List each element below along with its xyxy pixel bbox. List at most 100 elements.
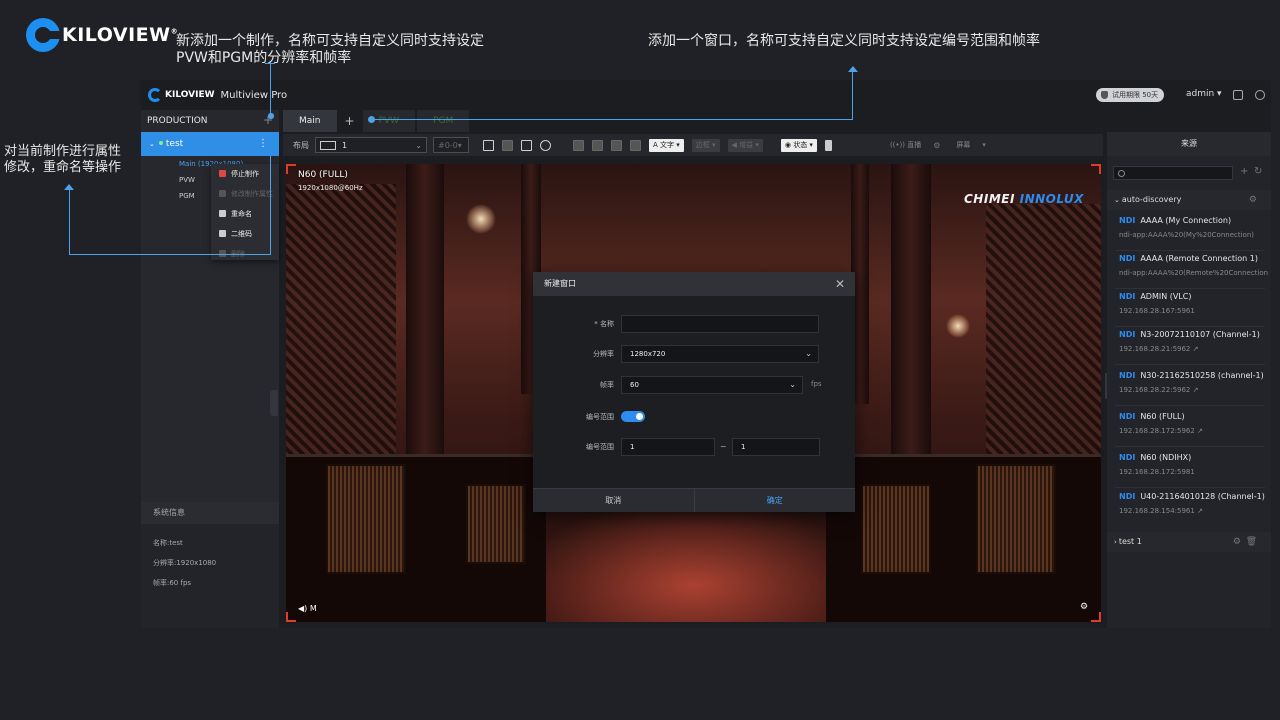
production-sub-pgm[interactable]: PGM: [179, 192, 195, 200]
logo-wordmark: KILOVIEW®: [62, 24, 179, 46]
status-dropdown[interactable]: ◉ 状态 ▾: [780, 138, 817, 152]
toolbar: 布局 1 ⌄ #0-0▾ A 文字 ▾ 边框 ▾ ◀ 增益 ▾ ◉ 状态 ▾ (…: [283, 134, 1103, 156]
scene-lamp: [946, 314, 970, 338]
source-title: NDI ADMIN (VLC): [1119, 292, 1271, 301]
menu-qrcode[interactable]: 二维码: [211, 224, 279, 244]
sources-search-input[interactable]: [1113, 166, 1233, 180]
chevron-down-icon: ⌄: [415, 140, 422, 150]
annotation-arrow: [64, 184, 74, 190]
dialog-title: 新建窗口: [544, 279, 576, 288]
system-info: 系统信息 名称:test 分辨率:1920x1080 帧率:60 fps: [141, 502, 279, 628]
system-framerate: 帧率:60 fps: [153, 579, 192, 587]
close-icon[interactable]: ✕: [835, 272, 845, 296]
menu-edit-properties[interactable]: 修改制作属性: [211, 184, 279, 204]
layout-label: 布局: [293, 140, 309, 150]
source-title: NDI AAAA (Remote Connection 1): [1119, 254, 1271, 263]
range-toggle[interactable]: [621, 411, 645, 422]
ndi-tag: NDI: [1119, 330, 1136, 339]
source-item[interactable]: NDI N60 (FULL) 192.168.28.172:5962 ↗: [1107, 412, 1271, 435]
production-more-button[interactable]: ⋮: [258, 132, 268, 156]
source-name: N60 (NDIHX): [1140, 453, 1192, 462]
collapse-left-handle[interactable]: [270, 390, 278, 416]
dialog-footer: 取消 确定: [533, 488, 855, 512]
source-divider: [1115, 288, 1265, 289]
source-title: NDI N60 (NDIHX): [1119, 453, 1271, 462]
border-dropdown[interactable]: 边框 ▾: [691, 138, 720, 152]
layout-a-icon[interactable]: [573, 139, 584, 151]
source-item[interactable]: NDI N60 (NDIHX) 192.168.28.172:5981: [1107, 453, 1271, 476]
production-panel: PRODUCTION + ⌄test ⋮ Main (1920x1080) PV…: [141, 110, 279, 628]
source-item[interactable]: NDI ADMIN (VLC) 192.168.28.167:5961: [1107, 292, 1271, 315]
save-icon[interactable]: [502, 139, 513, 151]
settings-gear-icon[interactable]: ⚙: [933, 141, 940, 150]
refresh-sources-icon[interactable]: ↻: [1254, 166, 1262, 177]
source-name: N60 (FULL): [1140, 412, 1185, 421]
text-dropdown[interactable]: A 文字 ▾: [649, 138, 684, 152]
range-to-input[interactable]: 1: [732, 438, 820, 456]
form-row-name: * 名称: [533, 315, 855, 333]
annotation-line: [371, 119, 853, 120]
cancel-button[interactable]: 取消: [533, 489, 695, 512]
user-menu[interactable]: admin ▾: [1186, 89, 1222, 99]
source-item[interactable]: NDI AAAA (Remote Connection 1) ndi-app:AAA…: [1107, 254, 1271, 277]
ndi-tag: NDI: [1119, 254, 1136, 263]
source-item[interactable]: NDI U40-21164010128 (Channel-1) 192.168.28…: [1107, 492, 1271, 515]
scene-lattice-left: [286, 184, 396, 474]
name-input[interactable]: [621, 315, 819, 333]
range-from-input[interactable]: 1: [621, 438, 715, 456]
source-name: N30-21162510258 (channel-1): [1140, 371, 1264, 380]
layout-c-icon[interactable]: [611, 139, 622, 151]
confirm-button[interactable]: 确定: [695, 489, 856, 512]
add-source-icon[interactable]: +: [1240, 166, 1248, 177]
preview-settings-gear-icon[interactable]: ⚙: [1080, 602, 1088, 612]
resolution-select[interactable]: 1280x720 ⌄: [621, 345, 819, 363]
info-icon[interactable]: [1255, 90, 1265, 100]
source-address: 192.168.28.21:5962 ↗: [1119, 345, 1199, 353]
clear-icon[interactable]: [824, 139, 832, 151]
scene-pillar: [891, 164, 931, 464]
menu-rename[interactable]: 重命名: [211, 204, 279, 224]
status-dot-icon: [158, 141, 163, 145]
framerate-select[interactable]: 60 ⌄: [621, 376, 803, 394]
volume-dropdown[interactable]: ◀ 增益 ▾: [727, 138, 763, 152]
audio-indicator[interactable]: ◀) M: [298, 604, 317, 613]
group-settings-gear-icon[interactable]: ⚙: [1233, 532, 1241, 552]
export-icon[interactable]: [1233, 90, 1243, 100]
source-item[interactable]: NDI N3-20072110107 (Channel-1) 192.168.28.…: [1107, 330, 1271, 353]
text-tool-icon[interactable]: [630, 139, 641, 151]
grid-icon[interactable]: [483, 139, 494, 151]
multiview-app: KILOVIEW Multiview Pro 试用期限 50天 admin ▾ …: [141, 80, 1271, 628]
scene-pillar: [406, 164, 444, 464]
source-address: ndi-app:AAAA%20(Remote%20Connection: [1119, 269, 1269, 277]
source-title: NDI N3-20072110107 (Channel-1): [1119, 330, 1271, 339]
video-preview[interactable]: N60 (FULL) 1920x1080@60Hz CHIMEI INNOLUX…: [286, 164, 1101, 622]
screen-button[interactable]: 屏幕: [956, 140, 970, 150]
chevron-down-icon: ⌄: [149, 140, 155, 148]
save-as-icon[interactable]: [521, 139, 532, 151]
group-settings-gear-icon[interactable]: ⚙: [1249, 190, 1257, 210]
source-item[interactable]: NDI N30-21162510258 (channel-1) 192.168.28…: [1107, 371, 1271, 394]
production-context-menu: 停止制作 修改制作属性 重命名 二维码 删除: [211, 164, 279, 260]
chevron-down-icon[interactable]: ▾: [982, 141, 986, 149]
layout-select[interactable]: 1 ⌄: [315, 137, 427, 153]
menu-stop-production[interactable]: 停止制作: [211, 164, 279, 184]
production-sub-pvw[interactable]: PVW: [179, 176, 195, 184]
group-test-1[interactable]: › test 1 ⚙ 🗑: [1107, 532, 1271, 552]
group-auto-discovery[interactable]: ⌄ auto-discovery ⚙: [1107, 190, 1271, 210]
annotation-production-props: 对当前制作进行属性 修改，重命名等操作: [4, 144, 122, 175]
live-button[interactable]: ((•)) 直播: [890, 140, 921, 150]
add-window-button[interactable]: +: [339, 110, 361, 132]
tab-pgm[interactable]: PGM: [417, 110, 470, 132]
scene-chair: [326, 464, 406, 574]
ndi-tag: NDI: [1119, 371, 1136, 380]
trash-icon[interactable]: 🗑: [1246, 532, 1257, 552]
framerate-label: 帧率: [600, 381, 614, 389]
production-item-test[interactable]: ⌄ test ⋮: [141, 132, 279, 156]
layout-b-icon[interactable]: [592, 139, 603, 151]
tab-main[interactable]: Main: [283, 110, 337, 132]
refresh-icon[interactable]: [540, 139, 551, 151]
chevron-down-icon: ⌄: [789, 380, 796, 389]
ndi-tag: NDI: [1119, 412, 1136, 421]
range-select[interactable]: #0-0▾: [433, 137, 469, 153]
source-item[interactable]: NDI AAAA (My Connection) ndi-app:AAAA%20(M…: [1107, 216, 1271, 239]
